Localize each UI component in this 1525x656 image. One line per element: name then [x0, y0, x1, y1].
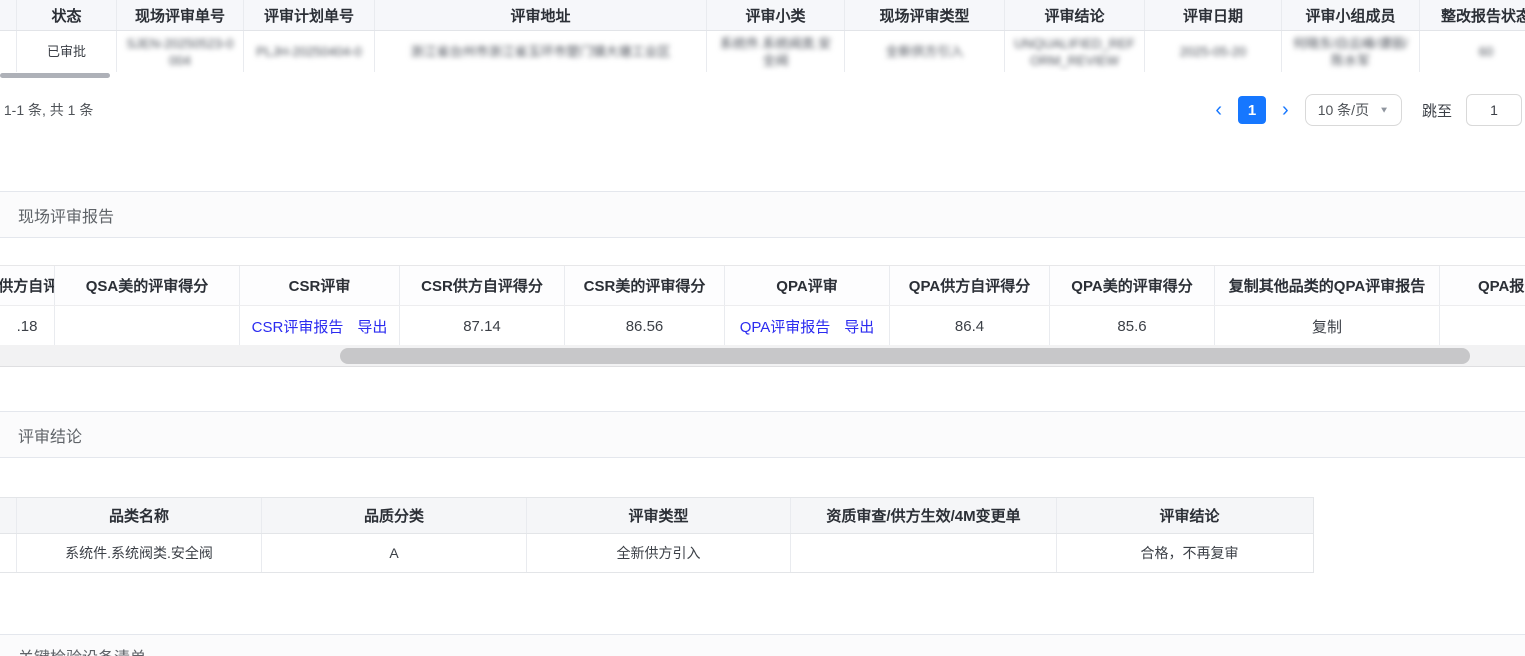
- header-audit-no: 现场评审单号: [117, 0, 244, 30]
- header-qpa-audit: QPA评审: [725, 266, 890, 305]
- jump-to-label: 跳至: [1422, 100, 1452, 121]
- pagination-bar: 第 1-1 条, 共 1 条 ‹ 1 › 10 条/页 ▼ 跳至: [0, 88, 1525, 132]
- qpa-supplier-score-cell: 86.4: [890, 306, 1050, 346]
- qpa-export-link[interactable]: 导出: [844, 316, 874, 337]
- conclusion-header-row: 品类名称 品质分类 评审类型 资质审查/供方生效/4M变更单 评审结论: [0, 498, 1313, 534]
- header-cut-column: [0, 498, 17, 533]
- pagination-summary: 第 1-1 条, 共 1 条: [0, 100, 93, 120]
- section-header-equipment-cut[interactable]: 关键检验设备清单: [0, 634, 1525, 656]
- quality-class-cell: A: [262, 534, 527, 572]
- header-date: 评审日期: [1145, 0, 1282, 30]
- header-plan-no: 评审计划单号: [244, 0, 375, 30]
- header-status: 状态: [17, 0, 117, 30]
- jump-to-page-input[interactable]: [1466, 94, 1522, 126]
- header-category-name: 品类名称: [17, 498, 262, 533]
- prev-page-icon[interactable]: ‹: [1213, 100, 1224, 120]
- header-audit-type: 现场评审类型: [845, 0, 1005, 30]
- header-address: 评审地址: [375, 0, 707, 30]
- header-conclusion: 评审结论: [1005, 0, 1145, 30]
- header-qsa-supplier-score: QSA供方自评得分: [0, 266, 55, 305]
- section-header-conclusion[interactable]: 评审结论: [0, 411, 1525, 458]
- category-name-cell: 系统件.系统阀类.安全阀: [17, 534, 262, 572]
- header-qualification-4m: 资质审查/供方生效/4M变更单: [791, 498, 1057, 533]
- audit-conclusion-cell: 合格，不再复审: [1057, 534, 1322, 572]
- csr-supplier-score-cell: 87.14: [400, 306, 565, 346]
- report-scores-table: QSA供方自评得分 QSA美的评审得分 CSR评审 CSR供方自评得分 CSR美…: [0, 265, 1525, 346]
- header-qpa-report-cut: QPA报告: [1440, 266, 1525, 305]
- header-csr-midea-score: CSR美的评审得分: [565, 266, 725, 305]
- header-qpa-midea-score: QPA美的评审得分: [1050, 266, 1215, 305]
- section-title: 评审结论: [18, 423, 82, 447]
- header-qsa-midea-score: QSA美的评审得分: [55, 266, 240, 305]
- header-report-status: 整改报告状态: [1420, 0, 1525, 30]
- status-cell: 已审批: [17, 31, 117, 72]
- report-status-cell: 60: [1420, 31, 1525, 72]
- scores-data-row: .18 CSR评审报告导出 87.14 86.56 QPA评审报告导出 86.4…: [0, 306, 1525, 346]
- csr-audit-cell: CSR评审报告导出: [240, 306, 400, 346]
- audit-detail-page: 状态 现场评审单号 评审计划单号 评审地址 评审小类 现场评审类型 评审结论 评…: [0, 0, 1525, 656]
- header-copy-qpa-report: 复制其他品类的QPA评审报告: [1215, 266, 1440, 305]
- pagination-controls: ‹ 1 › 10 条/页 ▼ 跳至: [1213, 88, 1522, 132]
- header-audit-type: 评审类型: [527, 498, 791, 533]
- date-cell: 2025-05-20: [1145, 31, 1282, 72]
- chevron-down-icon: ▼: [1379, 105, 1389, 114]
- qsa-supplier-score-cell: .18: [0, 306, 55, 346]
- plan-no-cell: PLJH-20250404-0: [244, 31, 375, 72]
- row-cut-column: [0, 534, 17, 572]
- qpa-report-cut-cell: [1440, 306, 1525, 346]
- header-cut-column: [0, 0, 17, 30]
- csr-midea-score-cell: 86.56: [565, 306, 725, 346]
- team-cell: 何晓东/白云峰/谭丽/陈水军: [1282, 31, 1420, 72]
- conclusion-data-row: 系统件.系统阀类.安全阀 A 全新供方引入 合格，不再复审: [0, 534, 1313, 573]
- copy-action[interactable]: 复制: [1312, 316, 1342, 337]
- audit-type-cell: 全新供方引入: [527, 534, 791, 572]
- scores-header-row: QSA供方自评得分 QSA美的评审得分 CSR评审 CSR供方自评得分 CSR美…: [0, 266, 1525, 306]
- qsa-midea-score-cell: [55, 306, 240, 346]
- conclusion-cell: UNQUALIFIED_REFORM_REVIEW: [1005, 31, 1145, 72]
- page-number-button[interactable]: 1: [1238, 96, 1266, 124]
- audit-list-table: 状态 现场评审单号 评审计划单号 评审地址 评审小类 现场评审类型 评审结论 评…: [0, 0, 1525, 72]
- top-table-hscrollbar[interactable]: [0, 73, 1525, 79]
- section-header-report[interactable]: 现场评审报告: [0, 191, 1525, 238]
- csr-export-link[interactable]: 导出: [357, 316, 387, 337]
- section-title: 关键检验设备清单: [18, 650, 146, 656]
- address-cell: 浙江省台州市浙江省玉环市楚门镇大塘工业区: [375, 31, 707, 72]
- subcategory-cell: 系统件.系统阀类.安全阀: [707, 31, 845, 72]
- csr-report-link[interactable]: CSR评审报告: [252, 316, 344, 337]
- audit-no-cell: SJEN-20250523-0004: [117, 31, 244, 72]
- section-title: 现场评审报告: [18, 203, 114, 227]
- header-quality-class: 品质分类: [262, 498, 527, 533]
- copy-qpa-report-cell: 复制: [1215, 306, 1440, 346]
- qpa-audit-cell: QPA评审报告导出: [725, 306, 890, 346]
- audit-type-cell: 全新供方引入: [845, 31, 1005, 72]
- qpa-midea-score-cell: 85.6: [1050, 306, 1215, 346]
- header-subcategory: 评审小类: [707, 0, 845, 30]
- top-table-hscrollbar-thumb[interactable]: [0, 73, 110, 78]
- next-page-icon[interactable]: ›: [1280, 100, 1291, 120]
- qualification-4m-cell: [791, 534, 1057, 572]
- qpa-report-link[interactable]: QPA评审报告: [740, 316, 831, 337]
- page-size-select[interactable]: 10 条/页 ▼: [1305, 94, 1402, 126]
- audit-list-header-row: 状态 现场评审单号 评审计划单号 评审地址 评审小类 现场评审类型 评审结论 评…: [0, 0, 1525, 31]
- table-row[interactable]: 已审批 SJEN-20250523-0004 PLJH-20250404-0 浙…: [0, 31, 1525, 72]
- conclusion-table: 品类名称 品质分类 评审类型 资质审查/供方生效/4M变更单 评审结论 系统件.…: [0, 497, 1314, 573]
- header-audit-conclusion: 评审结论: [1057, 498, 1322, 533]
- scores-table-hscrollbar-thumb[interactable]: [340, 348, 1470, 364]
- header-qpa-supplier-score: QPA供方自评得分: [890, 266, 1050, 305]
- row-cut-column: [0, 31, 17, 72]
- header-csr-audit: CSR评审: [240, 266, 400, 305]
- header-csr-supplier-score: CSR供方自评得分: [400, 266, 565, 305]
- header-team: 评审小组成员: [1282, 0, 1420, 30]
- scores-table-hscrollbar[interactable]: [0, 345, 1525, 367]
- page-size-value: 10 条/页: [1318, 100, 1369, 120]
